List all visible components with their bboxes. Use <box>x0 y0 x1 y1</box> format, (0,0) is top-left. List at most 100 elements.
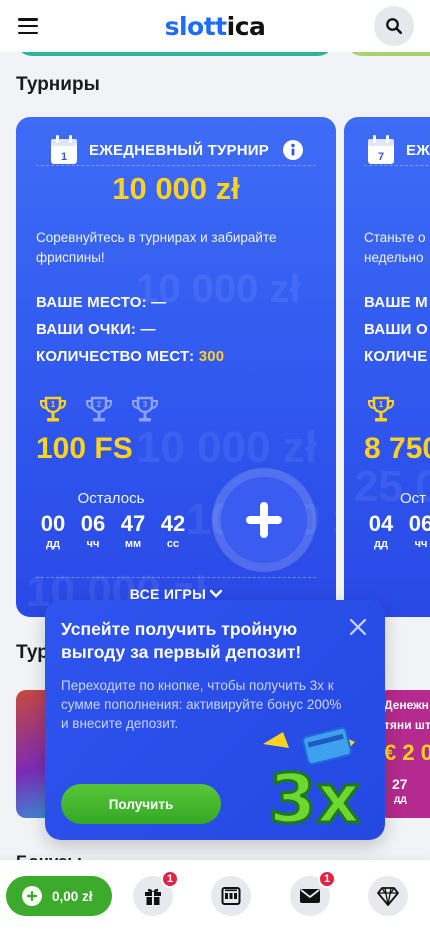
vip-button[interactable] <box>368 876 408 916</box>
gifts-button[interactable]: 1 <box>133 870 179 916</box>
messages-button[interactable]: 1 <box>290 870 336 916</box>
trophy-gold-icon[interactable]: 1 <box>38 395 68 425</box>
close-icon[interactable] <box>349 618 367 636</box>
promo-amount: € 2 0 <box>384 740 430 765</box>
messages-badge: 1 <box>318 870 336 888</box>
timer-num: 47 <box>120 511 146 536</box>
menu-icon[interactable] <box>18 18 38 34</box>
seats-label: КОЛИЧЕСТВО МЕСТ: <box>36 348 195 365</box>
svg-text:3: 3 <box>143 400 148 409</box>
timer-unit: дд <box>374 538 388 550</box>
gifts-badge: 1 <box>161 870 179 888</box>
calendar-icon: 7 <box>368 135 394 164</box>
logo-part1: slott <box>164 11 228 41</box>
timer-unit: чч <box>414 538 428 550</box>
timer-unit: сс <box>166 538 180 550</box>
timer-num: 04 <box>368 511 394 536</box>
remaining-label: Осталось <box>77 490 145 507</box>
info-icon[interactable] <box>282 140 303 160</box>
timer-days: 00 дд <box>38 511 68 550</box>
tournaments-title: Турниры <box>16 74 100 95</box>
chevron-down-icon <box>210 589 223 598</box>
art-label: 3x <box>269 760 360 834</box>
triple-bonus-art: 3x <box>263 726 362 834</box>
bottom-nav: 0,00 zł 1 1 <box>0 860 430 932</box>
popup-title: Успейте получить тройную выгоду за первы… <box>61 619 302 662</box>
divider <box>36 165 316 166</box>
calendar-icon: 1 <box>51 135 78 164</box>
your-points: ВАШИ ОЧКИ: — <box>36 321 156 338</box>
tournament-card[interactable]: 10 000 zł 10 000 zł 10 000 zł 10 000 zł … <box>16 117 336 617</box>
your-points: ВАШИ О <box>364 321 428 338</box>
divider <box>364 165 430 166</box>
timer-unit: мм <box>124 538 142 550</box>
description-line: Станьте о <box>364 230 426 245</box>
countdown-timer: 04 дд 06 чч <box>366 511 430 550</box>
prize-places: 1 <box>366 395 396 425</box>
timer-unit: чч <box>86 538 100 550</box>
promo-subtitle: тяни шт <box>384 718 430 732</box>
logo[interactable]: slottica <box>165 12 266 41</box>
prize-watermark: 10 000 zł <box>136 423 318 472</box>
tournament-prize: 10 000 zł <box>112 171 240 206</box>
calendar-day: 1 <box>61 151 67 163</box>
deposit-promo-popup: Успейте получить тройную выгоду за первы… <box>45 600 385 840</box>
timer-num: 00 <box>40 511 66 536</box>
header: slottica <box>0 0 430 52</box>
trophy-bronze-icon[interactable]: 3 <box>130 395 160 425</box>
timer-num: 27 <box>392 776 408 792</box>
description-line: недельно <box>364 250 424 265</box>
seats-value: 300 <box>198 348 225 365</box>
timer-num: 06 <box>80 511 106 536</box>
countdown-timer: 00 дд 06 чч 47 мм 42 сс <box>38 511 188 550</box>
promo-title: Денежн <box>384 698 429 712</box>
page: slottica Турниры 10 000 zł 10 000 zł 10 … <box>0 0 430 932</box>
seats-count: КОЛИЧЕСТВО МЕСТ: 300 <box>36 348 224 365</box>
search-button[interactable] <box>374 6 414 46</box>
tournament-description: Станьте о недельно <box>364 228 430 268</box>
card-header: 7 ЕЖЕ <box>344 127 430 173</box>
timer-days: 04 дд <box>366 511 396 550</box>
mail-icon <box>300 889 320 903</box>
tournament-title: ЕЖЕДНЕВНЫЙ ТУРНИР <box>89 141 269 159</box>
plus-icon <box>246 502 282 538</box>
svg-text:2: 2 <box>97 400 102 409</box>
first-place-prize: 100 FS <box>36 432 133 465</box>
tournament-title: ЕЖЕ <box>406 141 430 159</box>
remaining-label: Ост <box>400 490 427 507</box>
tournament-card[interactable]: 25 0 7 ЕЖЕ Станьте онедельно ВАШЕ М ВАШИ… <box>344 117 430 617</box>
prize-places: 1 2 3 <box>38 395 160 425</box>
get-bonus-button[interactable]: Получить <box>61 784 221 824</box>
diamond-icon <box>377 887 399 906</box>
your-place: ВАШЕ М <box>364 294 428 311</box>
timer-num: 42 <box>160 511 186 536</box>
gift-icon <box>145 888 161 905</box>
balance-amount: 0,00 zł <box>52 888 93 904</box>
timer-hours: 06 чч <box>406 511 430 550</box>
trophy-silver-icon[interactable]: 2 <box>84 395 114 425</box>
timer-hours: 06 чч <box>78 511 108 550</box>
svg-text:1: 1 <box>51 400 56 409</box>
join-circle <box>221 477 307 563</box>
join-tournament-button[interactable] <box>212 468 316 572</box>
search-icon <box>386 18 403 35</box>
card-header: 1 ЕЖЕДНЕВНЫЙ ТУРНИР <box>16 127 336 173</box>
plus-icon <box>22 886 42 906</box>
timer-unit: дд <box>394 794 407 805</box>
first-place-prize: 8 750 <box>364 432 430 465</box>
promo-card-peek[interactable]: Денежн тяни шт € 2 0 27 дд <box>378 690 430 818</box>
timer-minutes: 47 мм <box>118 511 148 550</box>
timer-unit: дд <box>46 538 60 550</box>
balance-button[interactable]: 0,00 zł <box>6 876 112 916</box>
timer-num: 06 <box>408 511 430 536</box>
slots-button[interactable] <box>211 876 251 916</box>
svg-text:1: 1 <box>379 400 384 409</box>
logo-part2: ica <box>226 11 266 41</box>
tournament-description: Соревнуйтесь в турнирах и забирайте фрис… <box>36 230 277 265</box>
divider <box>36 577 316 578</box>
timer-seconds: 42 сс <box>158 511 188 550</box>
second-section-title: Тур <box>16 642 49 663</box>
slot-machine-icon <box>221 887 241 905</box>
trophy-gold-icon[interactable]: 1 <box>366 395 396 425</box>
calendar-day: 7 <box>378 151 384 163</box>
